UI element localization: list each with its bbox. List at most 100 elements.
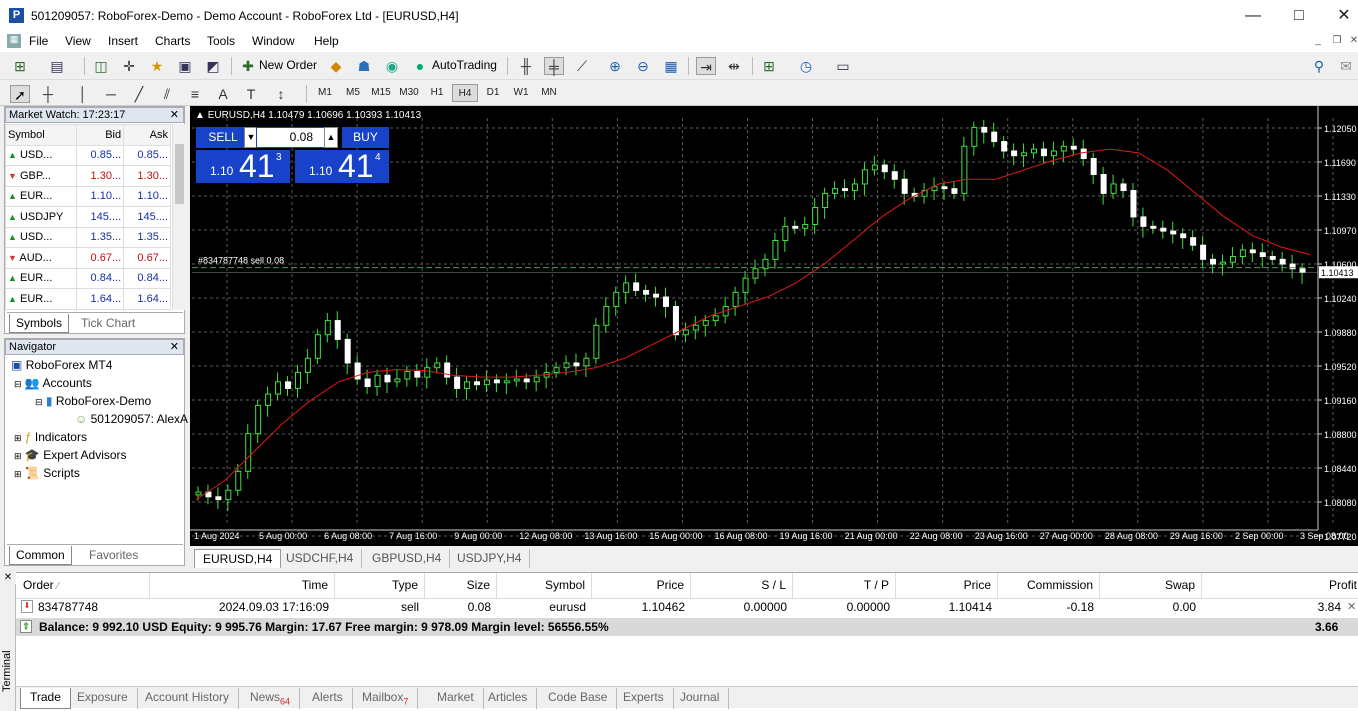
list-item[interactable]: ▲ EUR... 0.84... 0.84... [4, 267, 171, 289]
autotrading-button[interactable]: AutoTrading [432, 58, 497, 72]
sell-price[interactable]: 1.10 41 3 [196, 148, 290, 184]
horizontal-line-icon[interactable]: ─ [101, 85, 121, 103]
col-swap[interactable]: Swap [1100, 573, 1202, 598]
zoom-in-icon[interactable]: ⊕ [605, 57, 625, 75]
menu-window[interactable]: Window [252, 34, 295, 48]
chart-window-icon[interactable]: ▦ [7, 34, 21, 48]
tf-m30[interactable]: M30 [396, 84, 422, 102]
buy-button[interactable]: BUY [342, 127, 389, 148]
zoom-out-icon[interactable]: ⊖ [633, 57, 653, 75]
menu-tools[interactable]: Tools [207, 34, 235, 48]
auto-scroll-icon[interactable]: ⇥ [696, 57, 716, 75]
tab-common[interactable]: Common [9, 546, 72, 565]
list-item[interactable]: ▼ GBP... 1.30... 1.30... [4, 165, 171, 187]
profiles-icon[interactable]: ▤ [47, 57, 67, 75]
col-type[interactable]: Type [335, 573, 425, 598]
tab-symbols[interactable]: Symbols [9, 314, 70, 333]
nav-indicators[interactable]: ⊞ ƒ Indicators [14, 430, 87, 444]
col-profit[interactable]: Profit [1202, 573, 1358, 598]
fibonacci-icon[interactable]: ≡ [185, 85, 205, 103]
tf-m15[interactable]: M15 [368, 84, 394, 102]
terminal-tab-experts[interactable]: Experts [614, 688, 674, 709]
strategy-tester-icon[interactable]: ◩ [203, 57, 223, 75]
metaeditor-icon[interactable]: ◆ [326, 57, 346, 75]
text-icon[interactable]: A [213, 85, 233, 103]
close-icon[interactable]: ✕ [1334, 6, 1354, 26]
menu-charts[interactable]: Charts [155, 34, 190, 48]
order-sl[interactable]: 0.00000 [691, 597, 793, 617]
terminal-tab-news[interactable]: News64 [241, 688, 301, 709]
terminal-tab-market[interactable]: Market [428, 688, 484, 709]
terminal-tab-mailbox[interactable]: Mailbox7 [353, 688, 419, 709]
terminal-tab-journal[interactable]: Journal [671, 688, 730, 709]
candlestick-icon[interactable]: ╪ [544, 57, 564, 75]
col-tp[interactable]: T / P [793, 573, 896, 598]
new-chart-icon[interactable]: ⊞ [10, 57, 30, 75]
terminal-tab-code-base[interactable]: Code Base [539, 688, 618, 709]
col-sl[interactable]: S / L [691, 573, 793, 598]
col-commission[interactable]: Commission [998, 573, 1100, 598]
list-item[interactable]: ▲ EUR... 1.64... 1.64... [4, 288, 171, 310]
mdi-restore-icon[interactable]: ❐ [1329, 35, 1345, 49]
expand-icon[interactable]: ⊞ [14, 451, 22, 461]
maximize-icon[interactable]: □ [1289, 6, 1309, 26]
col-symbol[interactable]: Symbol [4, 124, 78, 146]
col-order[interactable]: Order ⁄ [16, 573, 150, 598]
market-watch-icon[interactable]: ◫ [91, 57, 111, 75]
arrows-icon[interactable]: ↕ [271, 85, 291, 103]
text-label-icon[interactable]: T [241, 85, 261, 103]
menu-insert[interactable]: Insert [108, 34, 138, 48]
chart-tab-usdchf[interactable]: USDCHF,H4 [278, 549, 363, 568]
tab-favorites[interactable]: Favorites [89, 548, 138, 562]
menu-file[interactable]: File [29, 34, 48, 48]
market-watch-close-icon[interactable]: ✕ [170, 108, 179, 122]
market-watch-scrollbar[interactable] [172, 124, 185, 310]
new-order-icon[interactable]: ✚ [238, 57, 258, 75]
nav-account[interactable]: ☺ 501209057: AlexA [75, 412, 188, 426]
nav-server[interactable]: ⊟ ▮ RoboForex-Demo [35, 394, 151, 408]
cursor-icon[interactable]: ➚ [10, 85, 30, 103]
minimize-icon[interactable]: — [1243, 6, 1263, 26]
indicators-icon[interactable]: ⊞ [759, 57, 779, 75]
col-size[interactable]: Size [425, 573, 497, 598]
terminal-tab-trade[interactable]: Trade [20, 688, 71, 709]
crosshair-icon[interactable]: ┼ [38, 85, 58, 103]
chat-icon[interactable]: ✉ [1336, 57, 1356, 75]
chart-tab-gbpusd[interactable]: GBPUSD,H4 [364, 549, 451, 568]
line-chart-icon[interactable]: ⟋ [572, 57, 592, 75]
chart-shift-icon[interactable]: ⇹ [724, 57, 744, 75]
navigator-close-icon[interactable]: ✕ [170, 340, 179, 354]
list-item[interactable]: ▲ USDJPY 145.... 145.... [4, 206, 171, 228]
tf-h4[interactable]: H4 [452, 84, 478, 102]
collapse-icon[interactable]: ⊟ [14, 379, 22, 389]
nav-root[interactable]: ▣ RoboForex MT4 [11, 358, 112, 372]
chart-tab-eurusd[interactable]: EURUSD,H4 [194, 549, 282, 568]
navigator-icon[interactable]: ★ [147, 57, 167, 75]
vertical-line-icon[interactable]: │ [73, 85, 93, 103]
list-item[interactable]: ▲ USD... 0.85... 0.85... [4, 144, 171, 166]
terminal-tab-account-history[interactable]: Account History [136, 688, 240, 709]
list-item[interactable]: ▲ USD... 1.35... 1.35... [4, 226, 171, 248]
table-row[interactable]: ⬇ 834787748 2024.09.03 17:16:09 sell 0.0… [16, 597, 1358, 618]
sell-button[interactable]: SELL [196, 127, 250, 148]
expand-icon[interactable]: ⊞ [14, 433, 22, 443]
mdi-minimize-icon[interactable]: _ [1310, 35, 1326, 49]
list-item[interactable]: ▲ EUR... 1.10... 1.10... [4, 185, 171, 207]
col-bid[interactable]: Bid [76, 124, 125, 146]
col-price[interactable]: Price [592, 573, 691, 598]
equidistant-channel-icon[interactable]: ⫽ [157, 85, 177, 103]
vps-icon[interactable]: ◉ [382, 57, 402, 75]
autotrading-icon[interactable]: ● [410, 57, 430, 75]
col-price2[interactable]: Price [896, 573, 998, 598]
mdi-close-icon[interactable]: ✕ [1346, 35, 1358, 49]
tf-h1[interactable]: H1 [424, 84, 450, 102]
volume-up-icon[interactable]: ▲ [324, 127, 338, 148]
tf-mn[interactable]: MN [536, 84, 562, 102]
terminal-close-icon[interactable]: ✕ [0, 572, 16, 584]
order-tp[interactable]: 0.00000 [793, 597, 896, 617]
nav-accounts[interactable]: ⊟ 👥 Accounts [14, 376, 92, 390]
list-item[interactable]: ▼ AUD... 0.67... 0.67... [4, 247, 171, 269]
periods-icon[interactable]: ◷ [796, 57, 816, 75]
col-time[interactable]: Time [150, 573, 335, 598]
menu-view[interactable]: View [65, 34, 91, 48]
